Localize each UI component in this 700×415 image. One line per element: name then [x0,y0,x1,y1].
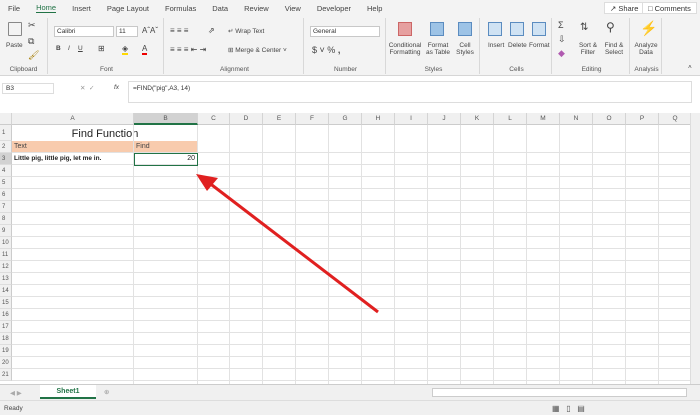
sheet-tab-bar: ◀ ▶ Sheet1 ⊕ [0,384,700,400]
status-ready: Ready [4,405,23,412]
new-sheet-button[interactable]: ⊕ [104,388,109,396]
sheet-nav-arrows[interactable]: ◀ ▶ [10,389,22,397]
status-bar: Ready ▦ ▯ ▤ [0,400,700,415]
cell-b3-selected[interactable]: 20 [134,153,198,166]
arrow-shaft [207,180,379,314]
annotation-arrow [196,174,379,314]
horizontal-scrollbar[interactable] [432,388,687,397]
view-buttons[interactable]: ▦ ▯ ▤ [552,404,585,413]
sheet-tab-sheet1[interactable]: Sheet1 [40,385,96,399]
